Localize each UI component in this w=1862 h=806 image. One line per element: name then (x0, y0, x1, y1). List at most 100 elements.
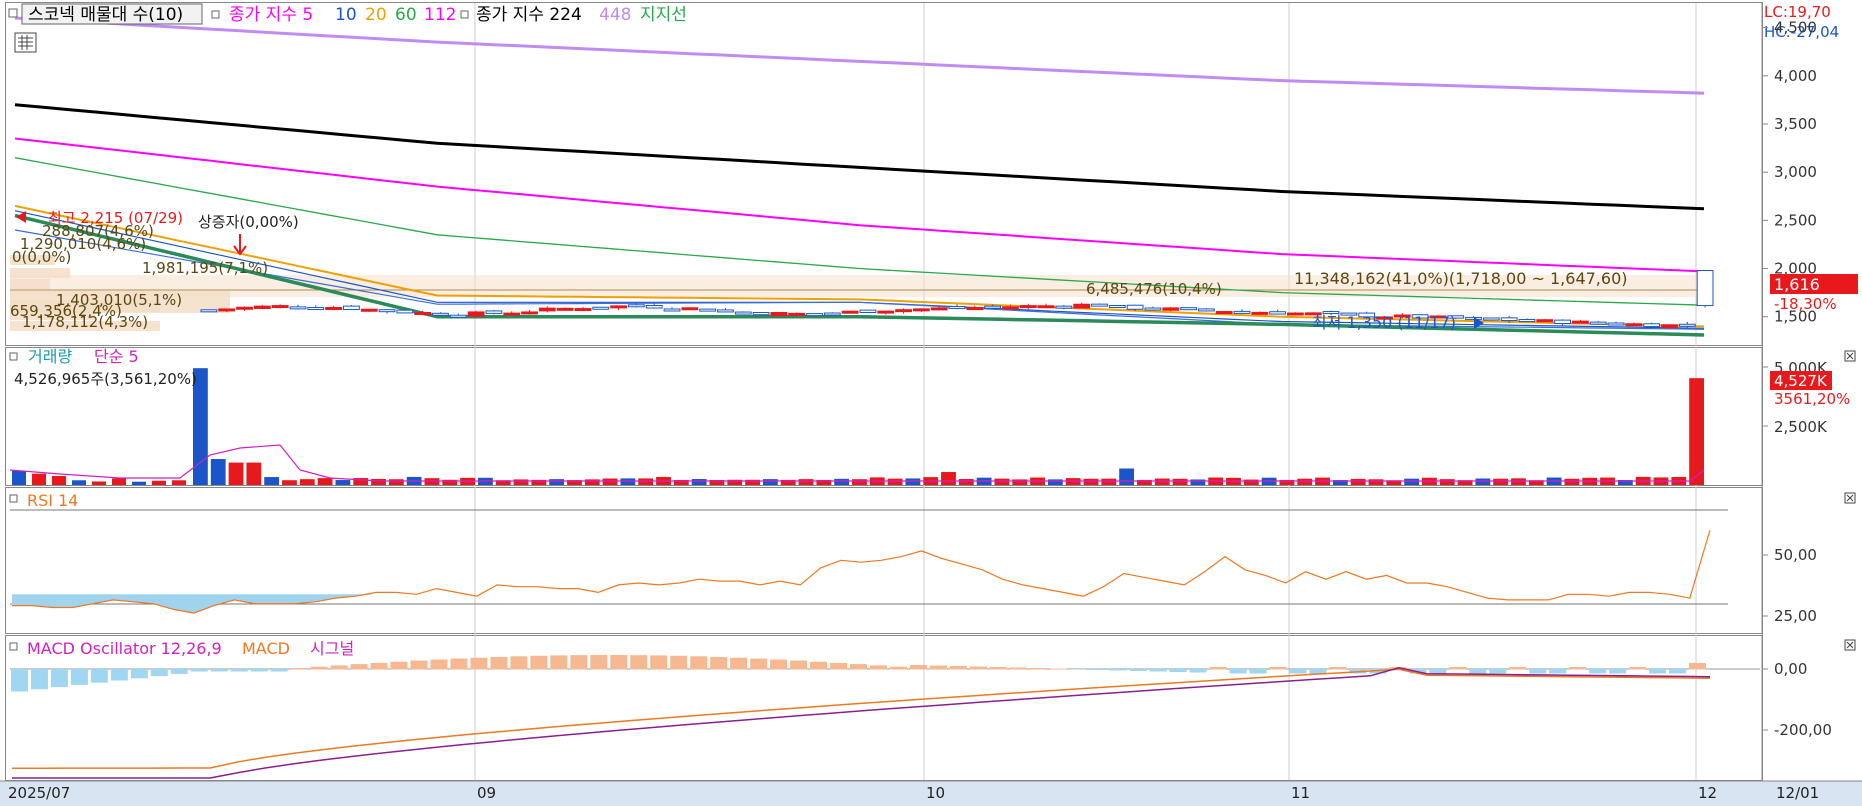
candle-body (1037, 305, 1055, 309)
profile-max-label: 11,348,162(41,0%)(1,718,00 ~ 1,647,60) (1294, 269, 1627, 288)
candle-body (948, 306, 966, 310)
macd-bar (30, 669, 48, 690)
profile-label-3: 0(0,0%) (12, 248, 71, 266)
volume-bar (852, 479, 867, 485)
candle-body (1091, 303, 1108, 307)
candle-body (1536, 319, 1554, 323)
price-tick-label: 4,500 (1774, 19, 1817, 37)
macd-bar (909, 665, 927, 670)
macd-bar (1009, 667, 1027, 670)
macd-bar (1649, 669, 1667, 674)
volume-bar (1101, 478, 1117, 485)
volume-bar (691, 479, 707, 485)
macd-bar (1589, 669, 1607, 674)
volume-bar (52, 476, 66, 485)
legend-toggle-icon[interactable] (8, 8, 18, 18)
candle-body (1197, 308, 1215, 312)
macd-bar (1289, 669, 1307, 674)
candle-body (414, 312, 432, 316)
volume-bar (299, 479, 315, 485)
volume-toggle-icon[interactable] (9, 352, 18, 361)
candle-body (218, 308, 236, 312)
macd-toggle-icon[interactable] (9, 642, 18, 651)
macd-bar (670, 655, 688, 670)
x-axis: 2025/07 09 10 11 12 12/01 (0, 780, 1862, 806)
candle-body (806, 313, 823, 317)
candle-body (1554, 319, 1572, 325)
candle-body (574, 308, 592, 312)
ma20-legend: 20 (365, 5, 387, 25)
macd-bar (1189, 669, 1207, 673)
macd-bar (1629, 667, 1647, 670)
price-change: -18,30% (1774, 295, 1837, 313)
ma448-legend: 448 (599, 5, 631, 25)
macd-bar (430, 659, 448, 670)
candle-body (1180, 307, 1197, 311)
candle-body (841, 310, 859, 314)
candle-body (788, 312, 806, 316)
macd-bar (210, 669, 228, 672)
macd-bar (969, 666, 987, 670)
macd-bar (150, 669, 168, 677)
volume-bar (1404, 478, 1420, 485)
candle-body (200, 309, 218, 313)
macd-bar (410, 660, 428, 670)
candle-body (877, 310, 895, 314)
volume-bar (1172, 478, 1188, 485)
macd-bar (90, 669, 108, 683)
candle-body (1108, 304, 1126, 308)
macd-bar (190, 669, 208, 672)
rsi-toggle-icon[interactable] (9, 494, 18, 503)
candle-body (556, 307, 574, 311)
candle-body (1465, 316, 1482, 320)
volume-bar (112, 478, 126, 485)
candle-body (253, 305, 271, 309)
macd-bar (110, 669, 128, 681)
macd-bar (290, 668, 308, 670)
candle-body (912, 308, 930, 312)
candle-body (1482, 317, 1500, 321)
ma-toggle-icon[interactable] (211, 10, 220, 19)
candle-body (378, 309, 396, 313)
volume-bar (941, 472, 956, 485)
volume-bar (1350, 478, 1366, 485)
x-label-2: 10 (926, 784, 945, 802)
macd-bar (470, 657, 488, 670)
volume-bar (1012, 479, 1028, 485)
macd-bar (250, 669, 268, 672)
macd-bar (450, 658, 468, 670)
volume-bar (72, 480, 86, 485)
candle-body (1678, 323, 1696, 327)
volume-bar (264, 477, 280, 485)
volume-bar (1083, 478, 1099, 485)
stock-chart[interactable]: 스코넥 매물대 수(10) 종가 지수 5 10 20 60 112 종가 지수… (0, 0, 1862, 806)
candle-body (325, 307, 342, 311)
macd-bar (949, 666, 967, 670)
current-price: 1,616 (1774, 275, 1820, 294)
candle-body (1002, 306, 1019, 310)
ma224-toggle-icon[interactable] (460, 10, 469, 19)
macd-bar (1149, 669, 1167, 672)
volume-bar (1047, 479, 1063, 485)
macd-bar (790, 660, 808, 670)
macd-bar (550, 655, 568, 670)
macd-bar (11, 669, 28, 692)
candle-body (1643, 323, 1661, 328)
macd-bar (889, 666, 907, 670)
macd-bar (1469, 669, 1487, 674)
volume-bar (834, 478, 850, 485)
macd-bar (1449, 667, 1467, 670)
volume-bar (994, 478, 1010, 485)
macd-bar (390, 661, 408, 670)
volume-bar (12, 470, 26, 485)
rsi-tick-50: 50,00 (1774, 546, 1817, 564)
candle-body (734, 311, 752, 315)
candle-body (432, 312, 449, 316)
x-axis-right-label: 12/01 (1776, 784, 1819, 802)
volume-bar (1243, 479, 1259, 485)
macd-bar (510, 656, 528, 670)
macd-bar (1569, 667, 1587, 670)
volume-bar (549, 479, 565, 485)
profile-label-8: 6,485,476(10,4%) (1086, 280, 1222, 298)
macd-bar (1249, 669, 1267, 674)
